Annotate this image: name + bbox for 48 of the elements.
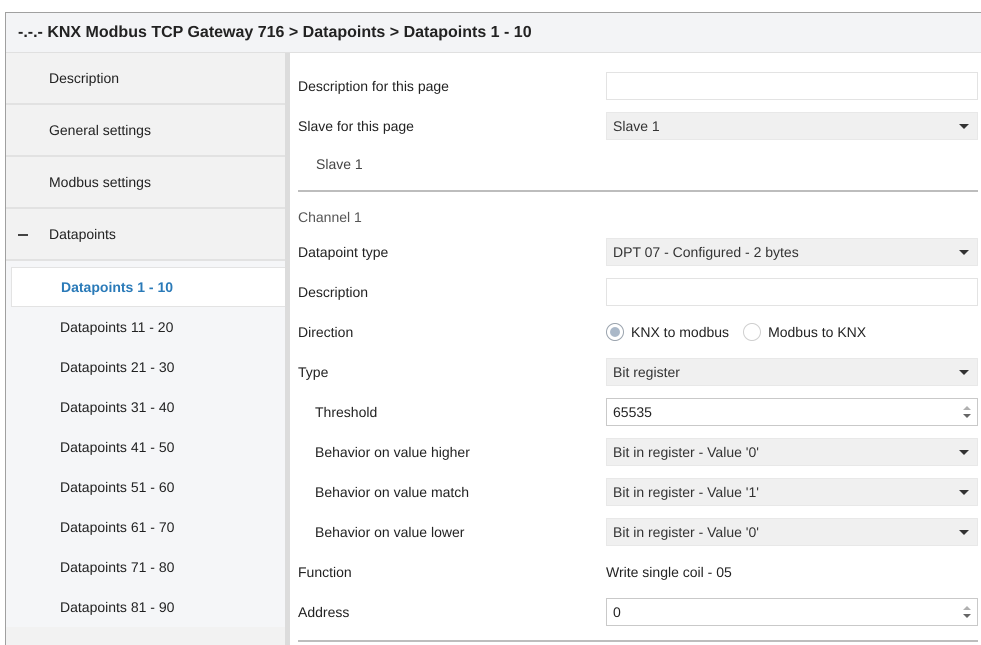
field-label: Description for this page [298,76,450,96]
sidebar-item[interactable]: Modbus settings [6,157,285,209]
number-field[interactable]: 65535 [606,398,978,426]
field-label: Type [298,362,330,382]
field-label: Description [298,282,370,302]
number-field[interactable]: 0 [606,598,978,626]
field-label: Slave for this page [298,116,415,136]
sidebar-subitem[interactable]: Datapoints 11 - 20 [11,307,285,347]
sidebar-subitem[interactable]: Datapoints 71 - 80 [11,547,285,587]
radio-option[interactable]: Modbus to KNX [743,322,866,342]
caret-icon [959,124,969,128]
caret-icon [959,370,969,374]
sidebar-item[interactable]: General settings [6,105,285,157]
dropdown[interactable]: Bit in register - Value '0' [606,518,978,546]
section-heading: Channel 1 [298,208,362,226]
sidebar-subitem[interactable]: Datapoints 21 - 30 [11,347,285,387]
window-title: -.-.- KNX Modbus TCP Gateway 716 > Datapoints > Datapoints 1 - 10 [18,22,532,42]
field-label: Direction [298,322,354,342]
field-label: Datapoint type [298,242,390,262]
field-label: Threshold [314,402,378,422]
text-field[interactable] [606,278,978,306]
sidebar-item[interactable]: Description [6,53,285,105]
sidebar-subitem[interactable]: Datapoints 61 - 70 [11,507,285,547]
caret-icon [959,250,969,254]
dropdown[interactable]: Bit in register - Value '0' [606,438,978,466]
field-label: Behavior on value lower [314,522,466,542]
field-label: Behavior on value higher [314,442,471,462]
sidebar-subitem[interactable]: Datapoints 41 - 50 [11,427,285,467]
caret-icon [959,490,969,494]
dropdown[interactable]: Bit register [606,358,978,386]
sidebar-subitem[interactable]: Datapoints 81 - 90 [11,587,285,627]
sidebar-subitem[interactable]: Datapoints 31 - 40 [11,387,285,427]
value-text: Write single coil - 05 [606,562,732,582]
text-field[interactable] [606,72,978,100]
radio-option[interactable]: KNX to modbus [606,322,730,342]
dropdown[interactable]: Slave 1 [606,112,978,140]
dropdown[interactable]: DPT 07 - Configured - 2 bytes [606,238,978,266]
field-label: Behavior on value match [314,482,470,502]
note-text: Slave 1 [316,154,363,174]
caret-icon [959,530,969,534]
spinner-icon [963,605,971,619]
sidebar-subitem[interactable]: Datapoints 1 - 10 [11,267,285,307]
field-label: Address [298,602,350,622]
sidebar-subitem[interactable]: Datapoints 51 - 60 [11,467,285,507]
field-label: Function [298,562,353,582]
dropdown[interactable]: Bit in register - Value '1' [606,478,978,506]
caret-icon [959,450,969,454]
spinner-icon [963,405,971,419]
